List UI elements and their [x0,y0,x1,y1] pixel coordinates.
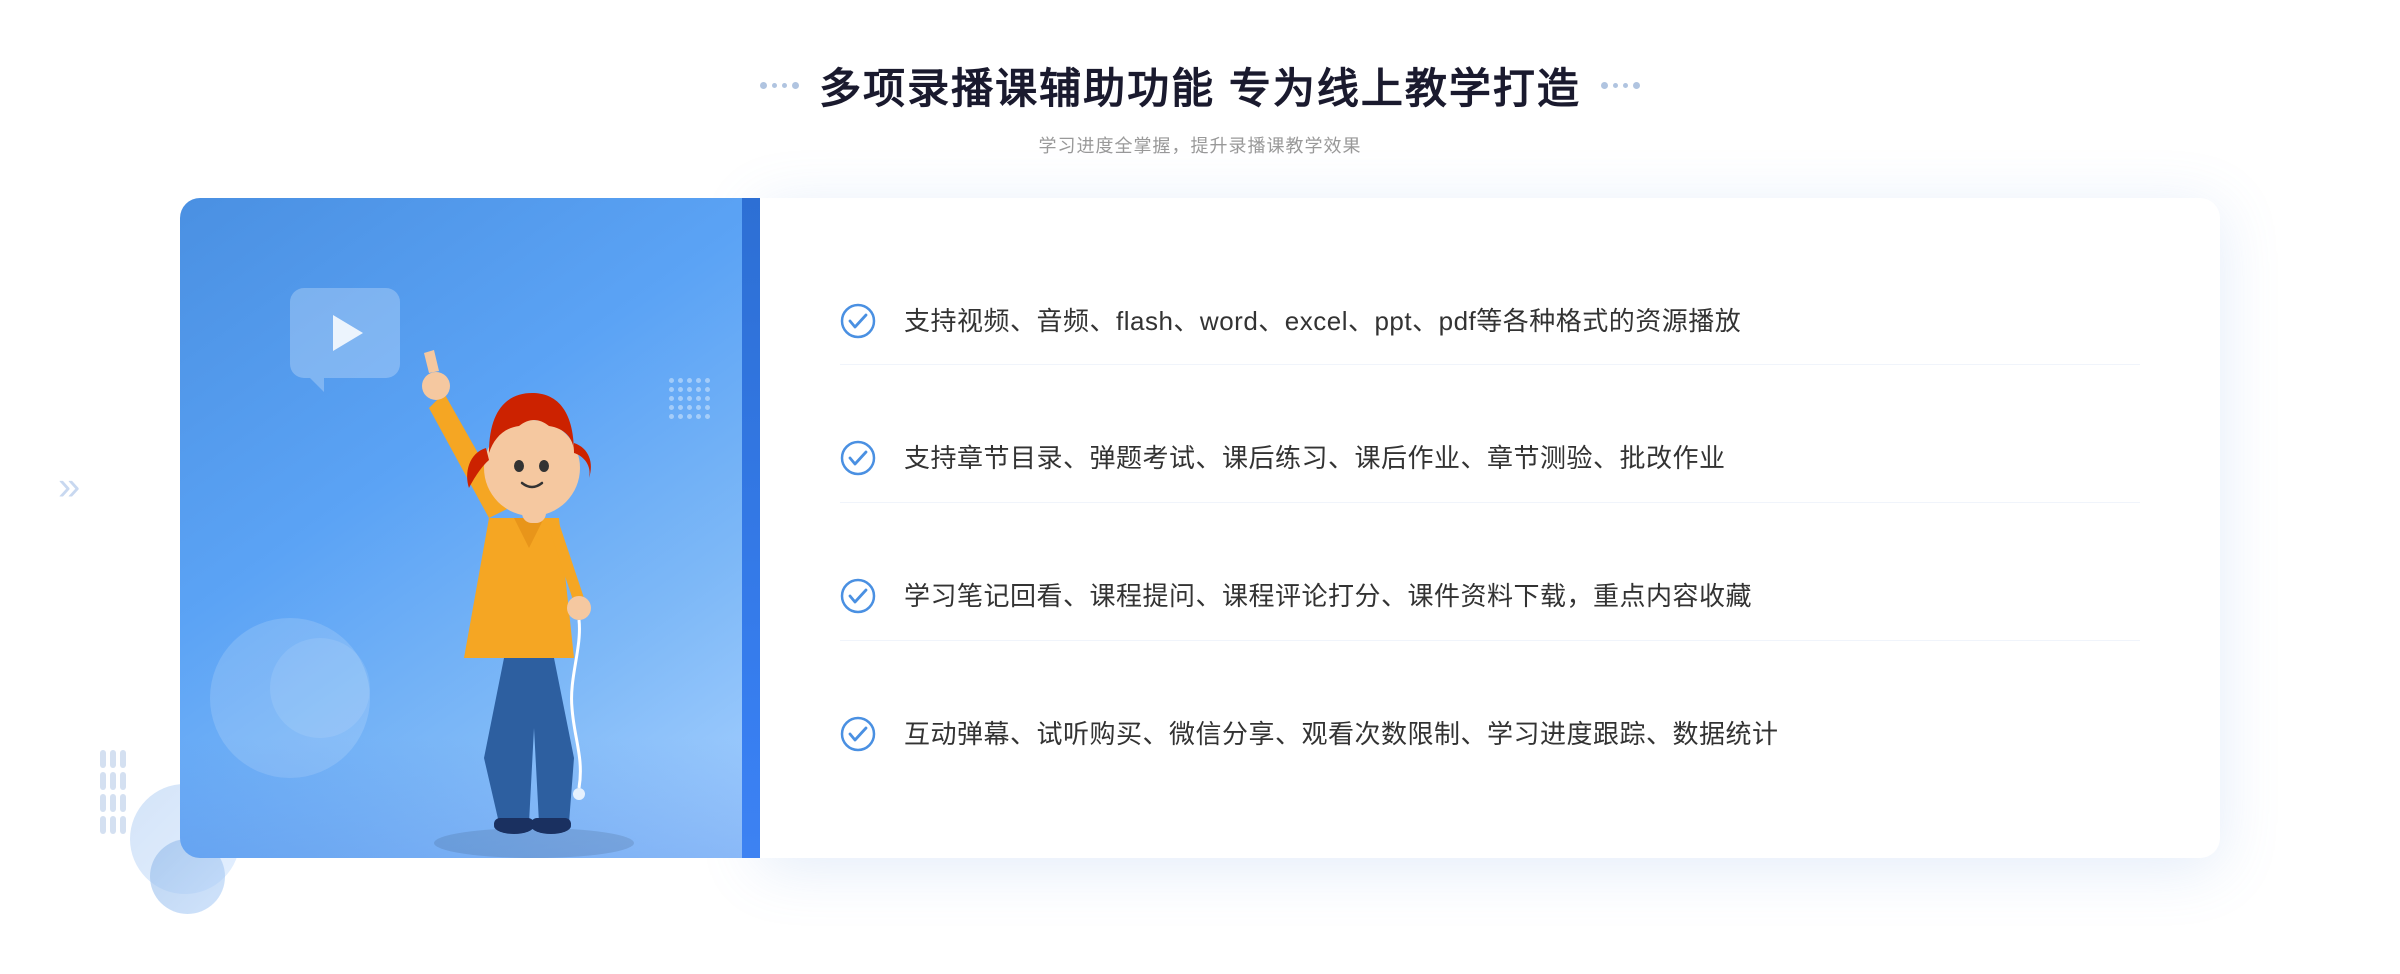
feature-text-1: 支持视频、音频、flash、word、excel、ppt、pdf等各种格式的资源… [904,301,1741,343]
feature-item-2: 支持章节目录、弹题考试、课后练习、课后作业、章节测验、批改作业 [840,416,2140,503]
stripe-dot [696,405,701,410]
stripe-dot [705,378,710,383]
check-icon-2 [840,440,876,476]
feature-item-3: 学习笔记回看、课程提问、课程评论打分、课件资料下载，重点内容收藏 [840,554,2140,641]
left-decorator-dots [760,82,799,89]
person-illustration [374,278,694,858]
feature-text-3: 学习笔记回看、课程提问、课程评论打分、课件资料下载，重点内容收藏 [904,576,1752,618]
decorator-dot [760,82,767,89]
play-icon [333,315,363,351]
decorator-dot [782,83,787,88]
feature-item-4: 互动弹幕、试听购买、微信分享、观看次数限制、学习进度跟踪、数据统计 [840,692,2140,778]
right-decorator-dots [1601,82,1640,89]
illus-circle-small [270,638,370,738]
feature-item-1: 支持视频、音频、flash、word、excel、ppt、pdf等各种格式的资源… [840,279,2140,366]
stripe-dot [696,378,701,383]
check-icon-1 [840,303,876,339]
stripe-dot [696,396,701,401]
stripe-dot [696,387,701,392]
page-container: 多项录播课辅助功能 专为线上教学打造 学习进度全掌握，提升录播课教学效果 » [0,0,2400,974]
feature-text-2: 支持章节目录、弹题考试、课后练习、课后作业、章节测验、批改作业 [904,438,1726,480]
stripe-dot [705,405,710,410]
stripe-dot [705,396,710,401]
check-icon-3 [840,578,876,614]
sub-title: 学习进度全掌握，提升录播课教学效果 [0,132,2400,158]
main-title: 多项录播课辅助功能 专为线上教学打造 [819,55,1581,116]
decorator-dot [792,82,799,89]
header-decorators: 多项录播课辅助功能 专为线上教学打造 [0,55,2400,116]
features-panel: 支持视频、音频、flash、word、excel、ppt、pdf等各种格式的资源… [760,198,2220,858]
stripe-dot [705,387,710,392]
stripe-dot [705,414,710,419]
decorator-dot [1633,82,1640,89]
check-icon-4 [840,716,876,752]
decorator-dot [1601,82,1608,89]
illustration-panel [180,198,760,858]
stripe-dot [696,414,701,419]
feature-text-4: 互动弹幕、试听购买、微信分享、观看次数限制、学习进度跟踪、数据统计 [904,714,1779,756]
decorator-dot [1613,83,1618,88]
decorator-dot [1623,83,1628,88]
decorator-dot [772,83,777,88]
header-section: 多项录播课辅助功能 专为线上教学打造 学习进度全掌握，提升录播课教学效果 [0,0,2400,158]
content-area: 支持视频、音频、flash、word、excel、ppt、pdf等各种格式的资源… [0,198,2400,858]
